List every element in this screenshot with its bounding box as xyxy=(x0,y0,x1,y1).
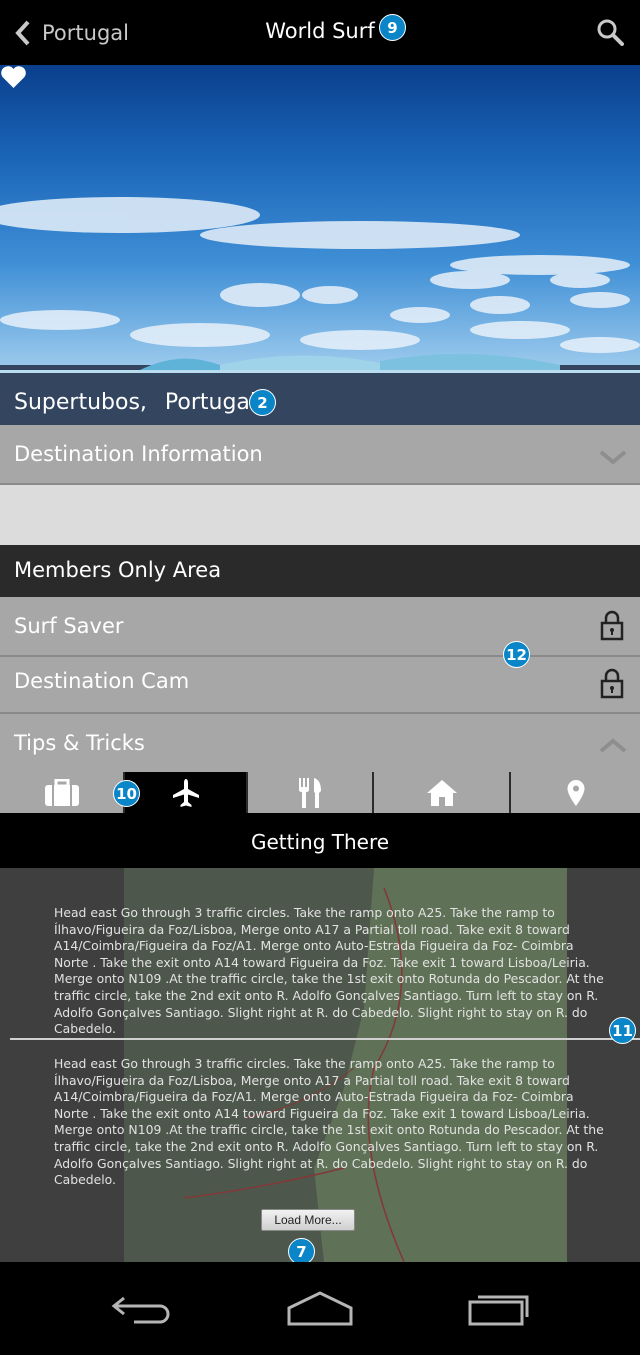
destination-cam-label: Destination Cam xyxy=(14,669,190,693)
annotation-badge: 12 xyxy=(503,641,530,668)
surf-saver-label: Surf Saver xyxy=(14,614,124,638)
getting-there-header: Getting There xyxy=(0,813,640,868)
location-title: Supertubos, Portugal xyxy=(14,390,256,415)
destination-info-accordion[interactable]: Destination Information xyxy=(0,425,640,485)
annotation-badge: 7 xyxy=(288,1238,315,1265)
members-only-header: Members Only Area xyxy=(0,545,640,597)
surf-saver-row[interactable]: Surf Saver xyxy=(0,597,640,657)
tab-dining[interactable] xyxy=(248,772,374,813)
heart-icon[interactable] xyxy=(0,65,27,89)
tab-accommodation[interactable] xyxy=(374,772,511,813)
tab-location[interactable] xyxy=(511,772,640,813)
getting-there-title: Getting There xyxy=(250,830,390,854)
annotation-badge: 2 xyxy=(249,389,276,416)
airplane-icon xyxy=(172,778,199,807)
top-bar: Portugal World Surf 9 xyxy=(0,0,640,65)
annotation-badge: 10 xyxy=(113,780,140,807)
search-icon[interactable] xyxy=(596,18,624,46)
lock-icon xyxy=(600,610,624,641)
directions-text: Head east Go through 3 traffic circles. … xyxy=(54,1056,604,1188)
location-pin-icon xyxy=(567,779,584,806)
briefcase-icon xyxy=(44,778,79,806)
directions-divider xyxy=(10,1038,640,1040)
getting-there-panel: Head east Go through 3 traffic circles. … xyxy=(0,868,640,1262)
lock-icon xyxy=(600,668,624,699)
country-name: Portugal xyxy=(164,390,257,415)
tips-tab-bar xyxy=(0,772,640,813)
back-arrow-icon[interactable] xyxy=(110,1292,174,1328)
chevron-up-icon xyxy=(599,738,627,753)
tips-tricks-accordion[interactable]: Tips & Tricks xyxy=(0,714,640,772)
app-title: World Surf xyxy=(265,19,375,43)
annotation-badge: 9 xyxy=(379,14,406,41)
tips-tricks-label: Tips & Tricks xyxy=(14,731,145,755)
tab-getting-there[interactable] xyxy=(125,772,248,813)
chevron-down-icon xyxy=(599,450,627,465)
home-icon xyxy=(426,779,457,806)
tab-luggage[interactable] xyxy=(0,772,125,813)
members-only-label: Members Only Area xyxy=(14,558,222,582)
directions-text: Head east Go through 3 traffic circles. … xyxy=(54,905,604,1037)
home-button-icon[interactable] xyxy=(287,1290,353,1328)
destination-info-label: Destination Information xyxy=(14,442,263,466)
load-more-button[interactable]: Load More... xyxy=(261,1209,355,1231)
spot-name: Supertubos, xyxy=(14,390,147,415)
system-nav-bar xyxy=(0,1262,640,1355)
fork-knife-icon xyxy=(299,777,321,808)
destination-info-content xyxy=(0,485,640,545)
hero-image: Supertubos, Portugal 2 xyxy=(0,65,640,425)
annotation-badge: 11 xyxy=(609,1017,636,1044)
destination-cam-row[interactable]: Destination Cam xyxy=(0,657,640,714)
surf-photo xyxy=(0,197,640,425)
recent-apps-icon[interactable] xyxy=(466,1290,532,1328)
